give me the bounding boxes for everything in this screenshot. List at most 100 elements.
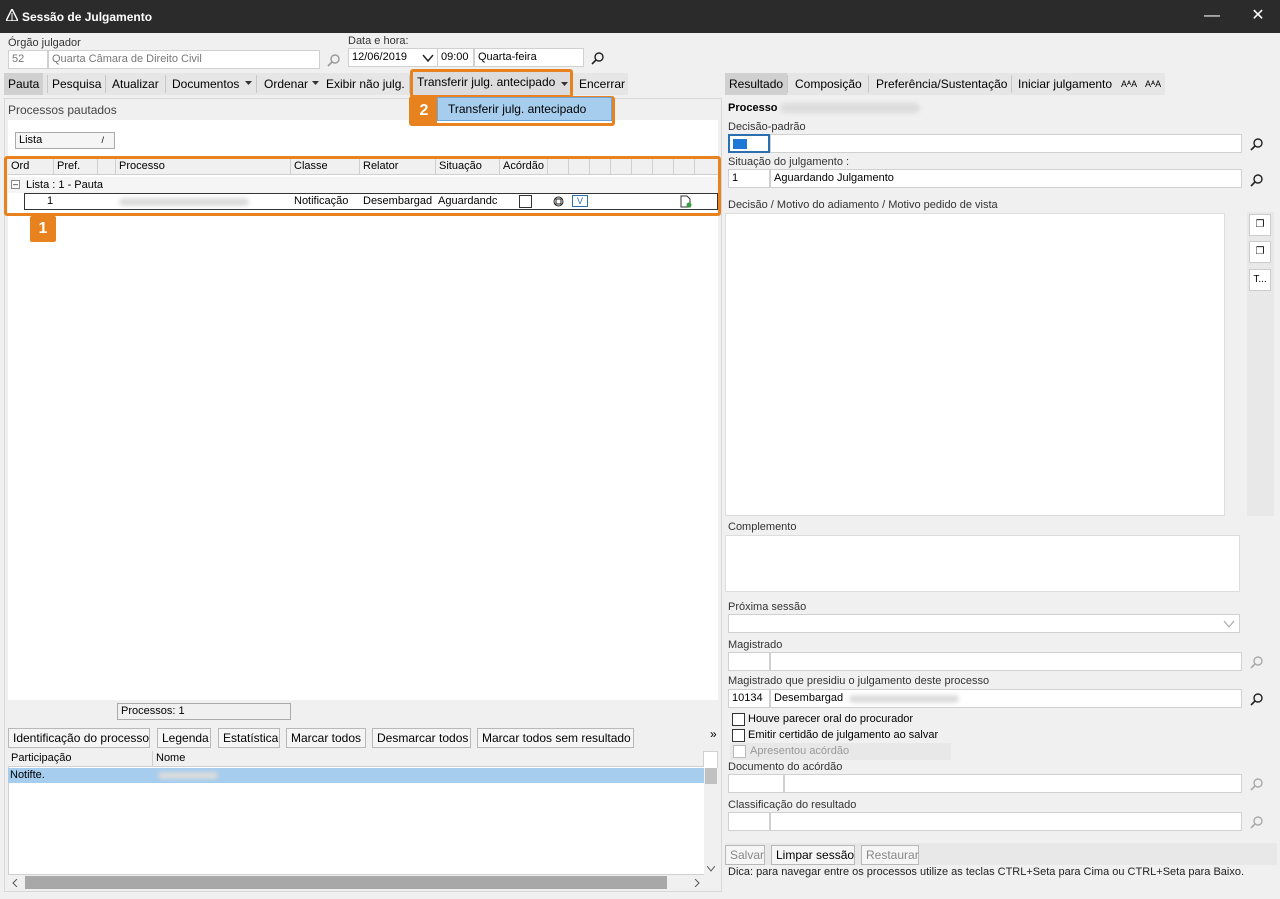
apresentou-acordao-checkbox[interactable] [733, 745, 746, 758]
paste-icon[interactable]: ❐ [1249, 241, 1271, 263]
exibir-nao-julgados-button[interactable]: Exibir não julg. [322, 73, 409, 95]
emitir-certidao-label[interactable]: Emitir certidão de julgamento ao salvar [748, 729, 938, 741]
proxima-chevron-down-icon[interactable] [1223, 619, 1235, 629]
vertical-scrollbar[interactable] [704, 768, 718, 875]
grid-footer [8, 700, 718, 724]
complemento-textarea[interactable] [725, 535, 1240, 592]
orgao-search-icon[interactable] [327, 53, 341, 67]
parecer-oral-checkbox[interactable] [732, 713, 745, 726]
app-icon [6, 9, 18, 21]
desmarcar-todos-button[interactable]: Desmarcar todos [372, 728, 471, 748]
tab-preferencia[interactable]: Preferência/Sustentação [872, 73, 1011, 95]
tab-pauta[interactable]: Pauta [4, 73, 44, 95]
tab-estatistica[interactable]: Estatística [218, 728, 280, 748]
situacao-code[interactable]: 1 [728, 169, 770, 188]
chevron-down-icon[interactable] [422, 52, 434, 64]
window-title: Sessão de Julgamento [22, 10, 153, 24]
magistrado-search-icon[interactable] [1250, 655, 1264, 669]
navigation-hint: Dica: para navegar entre os processos ut… [728, 866, 1245, 878]
salvar-button[interactable]: Salvar [725, 845, 765, 865]
ordenar-caret-icon[interactable] [312, 81, 319, 86]
toolbar-separator [1011, 75, 1012, 93]
decisao-padrao-field[interactable] [770, 134, 1242, 153]
situacao-label: Situação do julgamento : [728, 156, 850, 168]
presidiu-label: Magistrado que presidiu o julgamento des… [728, 675, 990, 687]
dropdown-item-transferir[interactable]: Transferir julg. antecipado [437, 97, 612, 121]
tab-pesquisa[interactable]: Pesquisa [48, 73, 105, 95]
marcar-todos-sem-resultado-button[interactable]: Marcar todos sem resultado [477, 728, 634, 748]
encerrar-button[interactable]: Encerrar [575, 73, 629, 95]
decisao-search-icon[interactable] [1250, 137, 1264, 151]
documento-acordao-label: Documento do acórdão [728, 761, 843, 773]
documento-acordao-code[interactable] [728, 774, 784, 793]
weekday-field: Quarta-feira [474, 48, 584, 67]
section-title: Processos pautados [8, 103, 117, 117]
classificacao-field[interactable] [770, 812, 1242, 831]
tab-identificacao[interactable]: Identificação do processo [8, 728, 150, 748]
tab-composicao[interactable]: Composição [791, 73, 866, 95]
parecer-oral-label[interactable]: Houve parecer oral do procurador [748, 713, 913, 725]
presidiu-search-icon[interactable] [1250, 692, 1264, 706]
col-participacao[interactable]: Participação [8, 751, 153, 767]
presidiu-code[interactable]: 10134 [728, 689, 770, 708]
toolbar-separator [256, 75, 257, 93]
iniciar-julgamento-button[interactable]: Iniciar julgamento [1014, 73, 1116, 95]
magistrado-field[interactable] [770, 652, 1242, 671]
horizontal-scrollbar[interactable] [8, 875, 704, 890]
date-value: 12/06/2019 [352, 51, 408, 63]
presidiu-name-redacted [849, 695, 959, 703]
scroll-left-icon[interactable] [12, 879, 18, 887]
font-decrease-icon[interactable]: AᴬA [1141, 73, 1165, 95]
callout-1-frame [4, 156, 721, 216]
tab-legenda[interactable]: Legenda [157, 728, 211, 748]
magistrado-code[interactable] [728, 652, 770, 671]
orgao-name-field[interactable]: Quarta Câmara de Direito Civil [48, 50, 320, 69]
motivo-textarea[interactable] [725, 213, 1225, 516]
scroll-thumb[interactable] [705, 768, 717, 784]
toolbar-separator [165, 75, 166, 93]
col-nome[interactable]: Nome [153, 751, 704, 767]
selected-text-highlight [733, 139, 747, 149]
transferir-label: Transferir julg. antecipado [417, 75, 556, 89]
restaurar-button[interactable]: Restaurar [861, 845, 919, 865]
situacao-search-icon[interactable] [1250, 173, 1264, 187]
close-icon[interactable]: ✕ [1242, 4, 1274, 28]
decisao-padrao-code[interactable] [728, 134, 770, 153]
more-tabs-icon[interactable]: » [710, 727, 717, 741]
scroll-down-icon[interactable] [707, 866, 715, 872]
transferir-button[interactable]: Transferir julg. antecipado [410, 69, 573, 98]
proxima-sessao-label: Próxima sessão [728, 601, 807, 613]
atualizar-button[interactable]: Atualizar [108, 73, 163, 95]
font-increase-icon[interactable]: AᴬA [1117, 73, 1141, 95]
scroll-right-icon[interactable] [694, 879, 700, 887]
presidiu-field[interactable]: Desembargad [770, 689, 1242, 708]
proxima-sessao-select[interactable] [728, 614, 1240, 633]
participation-row[interactable]: Notifte. [8, 768, 704, 783]
motivo-scrollbar[interactable] [1225, 213, 1240, 516]
marcar-todos-button[interactable]: Marcar todos [286, 728, 366, 748]
documento-search-icon[interactable] [1250, 777, 1264, 791]
participation-role: Notifte. [10, 769, 45, 781]
ordenar-button[interactable]: Ordenar [260, 73, 312, 95]
situacao-field[interactable]: Aguardando Julgamento [770, 169, 1242, 188]
date-field[interactable]: 12/06/2019 [348, 48, 438, 67]
group-box-label: Lista [19, 134, 43, 146]
documentos-button[interactable]: Documentos [168, 73, 243, 95]
tab-resultado[interactable]: Resultado [725, 73, 788, 95]
sort-indicator-icon: / [101, 135, 104, 145]
copy-icon[interactable]: ❐ [1249, 214, 1271, 236]
time-field[interactable]: 09:00 [437, 48, 474, 67]
transferir-caret-icon[interactable] [561, 82, 568, 87]
classificacao-code[interactable] [728, 812, 770, 831]
limpar-sessao-button[interactable]: Limpar sessão [771, 845, 855, 865]
session-search-icon[interactable] [591, 51, 605, 65]
orgao-code-field[interactable]: 52 [8, 50, 48, 69]
text-template-icon[interactable]: T... [1249, 269, 1271, 291]
emitir-certidao-checkbox[interactable] [732, 729, 745, 742]
documentos-caret-icon[interactable] [245, 81, 252, 86]
hscroll-thumb[interactable] [25, 876, 667, 889]
classificacao-search-icon[interactable] [1250, 815, 1264, 829]
group-box-lista[interactable]: Lista / [15, 132, 115, 149]
minimize-icon[interactable]: — [1196, 4, 1228, 28]
documento-acordao-field[interactable] [784, 774, 1242, 793]
